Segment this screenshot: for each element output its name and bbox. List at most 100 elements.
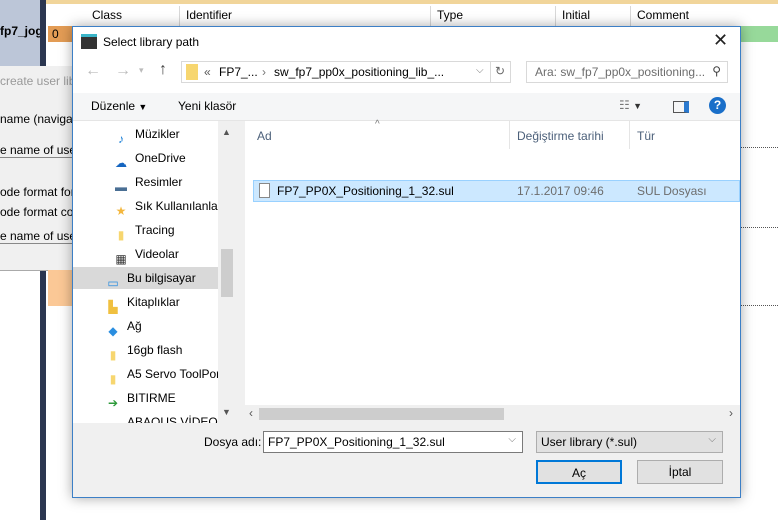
folder-icon: ▮ — [105, 416, 121, 423]
column-type[interactable]: Type — [431, 6, 556, 26]
divider — [740, 227, 778, 228]
dialog-title: Select library path — [103, 35, 200, 49]
column-initial[interactable]: Initial — [556, 6, 631, 26]
nav-item[interactable]: ➔ BITIRME — [105, 387, 236, 410]
chevron-down-icon[interactable]: ⌵ — [508, 434, 516, 445]
background-row-highlight — [740, 26, 778, 42]
cloud-icon: ☁ — [115, 155, 127, 170]
organize-label: Düzenle — [91, 99, 136, 113]
dialog-footer: Dosya adı: FP7_PP0X_Positioning_1_32.sul… — [73, 423, 740, 497]
nav-item[interactable]: ▮ A5 Servo ToolPort — [105, 363, 236, 386]
up-icon[interactable]: ↑ — [159, 61, 167, 79]
column-name[interactable]: Ad — [257, 129, 272, 143]
bg-text: e name of user — [0, 229, 81, 244]
folder-icon: ▮ — [117, 227, 125, 242]
video-icon: ▦ — [115, 251, 127, 266]
search-placeholder: Ara: sw_fp7_pp0x_positioning... — [535, 65, 706, 79]
scroll-thumb[interactable] — [221, 249, 233, 297]
scroll-down-icon[interactable]: ▼ — [222, 407, 231, 417]
nav-item[interactable]: ▮ 16gb flash — [105, 339, 236, 362]
nav-item-label: Videolar — [135, 247, 179, 261]
divider — [740, 305, 778, 306]
file-type: SUL Dosyası — [637, 184, 707, 198]
filename-value: FP7_PP0X_Positioning_1_32.sul — [268, 435, 445, 449]
column-comment[interactable]: Comment — [631, 6, 778, 26]
back-icon[interactable]: ← — [85, 62, 101, 80]
folder-icon: ▮ — [109, 371, 117, 386]
forward-icon[interactable]: → — [115, 62, 131, 80]
bg-text: create user libr — [0, 74, 80, 88]
nav-item[interactable]: ◆ Ağ — [105, 315, 236, 338]
file-type-select[interactable]: User library (*.sul) ⌵ — [536, 431, 723, 453]
divider — [629, 121, 630, 149]
nav-item-label: BITIRME — [127, 391, 176, 405]
horizontal-scrollbar[interactable]: ‹ › — [245, 405, 740, 423]
folder-icon — [186, 64, 198, 80]
close-icon[interactable]: ✕ — [713, 30, 728, 51]
nav-scrollbar[interactable]: ▲ ▼ — [218, 121, 236, 423]
nav-item[interactable]: ▙ Kitaplıklar — [105, 291, 236, 314]
background-panel-label: fp7_jog — [0, 24, 43, 38]
nav-item[interactable]: ▭ Bu bilgisayar — [73, 267, 218, 290]
filename-label: Dosya adı: — [204, 435, 262, 449]
sort-up-icon: ^ — [375, 119, 380, 130]
scroll-left-icon[interactable]: ‹ — [249, 406, 253, 420]
nav-item[interactable]: ▮ ABAQUS VİDEOL — [105, 411, 236, 423]
divider — [490, 62, 491, 82]
refresh-icon[interactable]: ↻ — [495, 64, 505, 78]
column-class[interactable]: Class — [86, 6, 180, 26]
navigation-pane: ♪ Müzikler ☁ OneDrive ▬ Resimler ★ Sık Kullanıl… — [73, 121, 236, 423]
toolbar: Düzenle ▼ Yeni klasör ☷ ▼ ? — [73, 93, 740, 121]
search-input[interactable]: Ara: sw_fp7_pp0x_positioning... ⚲ — [526, 61, 728, 83]
preview-pane-icon[interactable] — [673, 101, 689, 113]
breadcrumb-item[interactable]: FP7_... — [219, 65, 258, 79]
cancel-button[interactable]: İptal — [637, 460, 723, 484]
chevron-down-icon[interactable]: ⌵ — [476, 65, 484, 76]
recent-chevron-icon[interactable]: ▾ — [139, 65, 144, 76]
help-icon[interactable]: ? — [709, 97, 726, 114]
file-name: FP7_PP0X_Positioning_1_32.sul — [277, 184, 454, 198]
background-strip — [46, 0, 778, 4]
nav-item-label: Sık Kullanılanlar — [135, 199, 222, 213]
file-row[interactable]: FP7_PP0X_Positioning_1_32.sul 17.1.2017 … — [253, 180, 740, 202]
computer-icon: ▭ — [107, 275, 119, 290]
breadcrumb-overflow[interactable]: « — [204, 65, 211, 79]
column-type[interactable]: Tür — [637, 129, 655, 143]
bg-text: ode format com — [0, 205, 84, 219]
column-modified[interactable]: Değiştirme tarihi — [517, 129, 604, 143]
nav-item-label: Resimler — [135, 175, 183, 189]
pictures-icon: ▬ — [115, 179, 127, 194]
file-list: Ad ^ Değiştirme tarihi Tür FP7_PP0X_Posi… — [245, 119, 740, 423]
network-icon: ◆ — [108, 323, 118, 338]
scroll-right-icon[interactable]: › — [729, 406, 733, 420]
row-index[interactable]: 0 — [48, 26, 74, 42]
nav-item-label: 16gb flash — [127, 343, 183, 357]
bg-text: e name of user — [0, 143, 81, 158]
nav-item-label: ABAQUS VİDEOL — [127, 415, 225, 423]
search-icon: ⚲ — [712, 64, 721, 78]
app-icon — [81, 34, 97, 49]
column-identifier[interactable]: Identifier — [180, 6, 431, 26]
background-cell — [48, 270, 72, 306]
file-icon — [259, 183, 270, 198]
filename-input[interactable]: FP7_PP0X_Positioning_1_32.sul ⌵ — [263, 431, 523, 453]
breadcrumb-item[interactable]: sw_fp7_pp0x_positioning_lib_... — [274, 65, 444, 79]
background-window: create user libr name (navigato e name o… — [0, 66, 83, 271]
folder-icon: ▮ — [109, 347, 117, 362]
title-bar: Select library path ✕ — [73, 27, 740, 57]
open-button[interactable]: Aç — [536, 460, 622, 484]
select-library-dialog: Select library path ✕ ← → ▾ ↑ « FP7_... … — [72, 26, 741, 498]
file-modified: 17.1.2017 09:46 — [517, 184, 604, 198]
organize-button[interactable]: Düzenle ▼ — [91, 99, 147, 113]
bg-text: name (navigato — [0, 112, 83, 126]
view-options-icon[interactable]: ☷ ▼ — [619, 98, 642, 112]
chevron-down-icon: ⌵ — [708, 434, 716, 445]
star-icon: ★ — [115, 203, 127, 218]
scroll-thumb[interactable] — [259, 408, 504, 420]
scroll-up-icon[interactable]: ▲ — [222, 127, 231, 137]
nav-item-label: OneDrive — [135, 151, 186, 165]
nav-item-label: Tracing — [135, 223, 175, 237]
music-icon: ♪ — [118, 131, 124, 146]
address-bar[interactable]: « FP7_... › sw_fp7_pp0x_positioning_lib_… — [181, 61, 511, 83]
new-folder-button[interactable]: Yeni klasör — [178, 99, 236, 113]
